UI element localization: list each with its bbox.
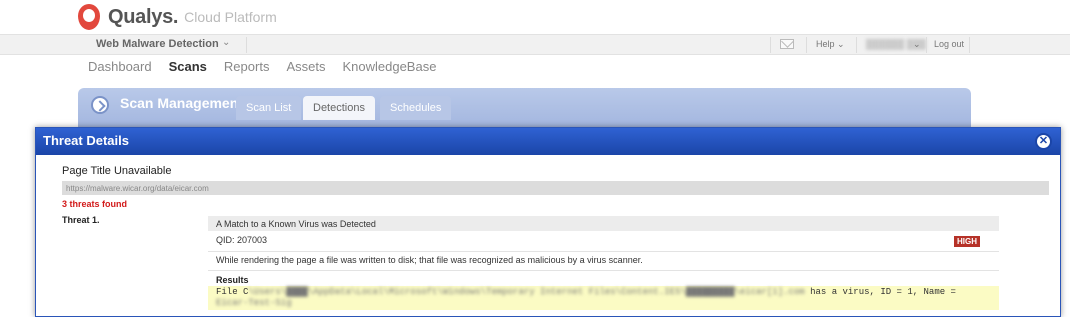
help-menu[interactable]: Help ⌄ — [816, 39, 845, 50]
scanned-url: https://malware.wicar.org/data/eicar.com — [62, 181, 1049, 195]
logout-link[interactable]: Log out — [934, 39, 964, 49]
mail-icon[interactable] — [780, 39, 794, 49]
divider — [806, 37, 807, 53]
nav-dashboard[interactable]: Dashboard — [88, 59, 152, 74]
threat-count: 3 threats found — [62, 199, 128, 209]
nav-reports[interactable]: Reports — [224, 59, 270, 74]
severity-badge: HIGH — [954, 236, 980, 247]
panel-title: Scan Management — [120, 95, 243, 111]
threat-description: While rendering the page a file was writ… — [216, 255, 643, 265]
results-output: File C\Users\████\AppData\Local\Microsof… — [208, 286, 999, 310]
module-bar: Web Malware Detection ⌄ Help ⌄ ██████ ██… — [0, 34, 1070, 55]
results-line-1: File C\Users\████\AppData\Local\Microsof… — [216, 287, 956, 297]
main-nav: Dashboard Scans Reports Assets Knowledge… — [88, 59, 436, 74]
page-title: Page Title Unavailable — [62, 165, 172, 177]
nav-assets[interactable]: Assets — [286, 59, 325, 74]
divider — [208, 270, 999, 271]
brand-product: Cloud Platform — [184, 9, 277, 25]
threat-number: Threat 1. — [62, 215, 100, 225]
results-line-2: Eicar-Test-Sig — [216, 298, 292, 308]
nav-knowledgebase[interactable]: KnowledgeBase — [342, 59, 436, 74]
close-icon[interactable]: ✕ — [1035, 133, 1052, 150]
tab-scan-list[interactable]: Scan List — [236, 96, 302, 120]
divider — [208, 251, 999, 252]
divider — [926, 37, 927, 53]
threat-details-dialog: Threat Details ✕ Page Title Unavailable … — [35, 127, 1061, 317]
qualys-logo-icon — [78, 4, 100, 30]
nav-scans[interactable]: Scans — [169, 59, 207, 74]
divider — [856, 37, 857, 53]
divider — [969, 37, 970, 53]
module-selector[interactable]: Web Malware Detection — [96, 38, 219, 50]
results-heading: Results — [216, 275, 249, 285]
chevron-down-icon[interactable]: ⌄ — [222, 37, 230, 48]
threat-name: A Match to a Known Virus was Detected — [208, 216, 999, 231]
dialog-title: Threat Details — [43, 133, 129, 148]
qualys-logo[interactable]: Qualys. Cloud Platform — [78, 4, 277, 30]
scan-management-icon — [91, 96, 109, 114]
scan-management-panel: Scan Management Scan List Detections Sch… — [78, 88, 971, 128]
divider — [246, 37, 247, 53]
top-header: Qualys. Cloud Platform — [0, 0, 1070, 34]
qid-value: QID: 207003 — [216, 235, 268, 245]
dialog-header: Threat Details ✕ — [36, 128, 1060, 155]
chevron-down-icon[interactable]: ⌄ — [913, 39, 921, 50]
divider — [770, 37, 771, 53]
tab-schedules[interactable]: Schedules — [380, 96, 452, 120]
tab-detections[interactable]: Detections — [303, 96, 375, 120]
brand-name: Qualys. — [108, 5, 179, 28]
